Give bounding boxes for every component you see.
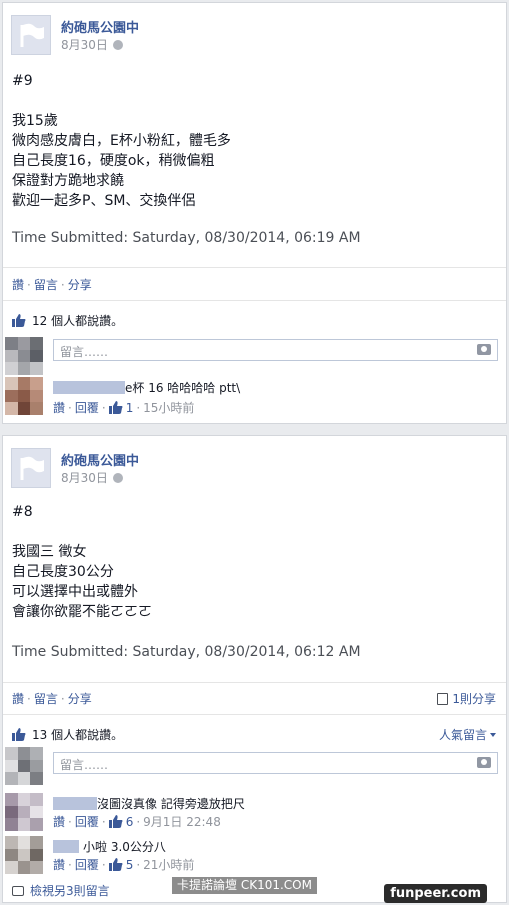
post-line: #8 [12,504,33,520]
divider [3,300,506,301]
post-date[interactable]: 8月30日 [61,469,123,486]
comment-input[interactable]: 留言…… [53,339,498,361]
thumbs-up-icon [108,815,123,828]
site-watermark: funpeer.com [384,884,487,903]
comment-like-link[interactable]: 讚 [53,815,65,829]
flag-icon [20,456,44,480]
post-card: 約砲馬公園中 8月30日 #8 我國三 徵女 自己長度30公分 可以選擇中出或體… [2,435,507,903]
caret-down-icon [490,733,496,737]
post-line: 歡迎一起多P、SM、交換伴侶 [12,193,196,209]
shares-text[interactable]: 1則分享 [452,692,496,706]
time-submitted: Time Submitted: Saturday, 08/30/2014, 06… [12,230,361,246]
likes-summary[interactable]: 13 個人都說讚。 [12,726,123,743]
post-body: #8 我國三 徵女 自己長度30公分 可以選擇中出或體外 會讓你欲罷不能ㄛㄛㄛ [12,502,152,622]
share-link[interactable]: 分享 [68,278,92,292]
page-name[interactable]: 約砲馬公園中 [61,450,139,469]
comment-reply-link[interactable]: 回覆 [75,401,99,415]
like-link[interactable]: 讚 [12,278,24,292]
divider [3,682,506,683]
post-line: #9 [12,73,33,89]
comment-placeholder: 留言…… [60,758,109,772]
camera-icon[interactable] [477,757,491,768]
comment-actions: 讚 · 回覆 · 5 · 21小時前 [53,858,195,872]
share-link[interactable]: 分享 [68,692,92,706]
time-submitted: Time Submitted: Saturday, 08/30/2014, 06… [12,644,361,660]
thumbs-up-icon [108,858,123,871]
comment-text: 小啦 3.0公分八 [83,840,166,854]
post-line: 自己長度16，硬度ok，稍微偏粗 [12,153,215,169]
like-link[interactable]: 讚 [12,692,24,706]
likes-summary[interactable]: 12 個人都說讚。 [12,312,123,329]
redacted-name[interactable] [53,840,79,853]
top-comments-dropdown[interactable]: 人氣留言 [439,726,496,743]
comment-like-link[interactable]: 讚 [53,401,65,415]
redacted-name[interactable] [53,381,125,394]
avatar [5,793,43,831]
comment-like-count[interactable]: 1 [126,401,134,415]
post-card: 約砲馬公園中 8月30日 #9 我15歲 微肉感皮膚白，E杯小粉紅，體毛多 自己… [2,2,507,424]
page-avatar[interactable] [11,15,51,55]
comment: 小啦 3.0公分八 [53,838,166,855]
comment-link[interactable]: 留言 [34,278,58,292]
view-more-comments[interactable]: 檢視另3則留言 [12,882,110,899]
globe-icon [112,40,123,50]
comment-like-count[interactable]: 5 [126,858,134,872]
redacted-name[interactable] [53,797,97,810]
post-body: #9 我15歲 微肉感皮膚白，E杯小粉紅，體毛多 自己長度16，硬度ok，稍微偏… [12,71,231,211]
likes-text[interactable]: 12 個人都說讚。 [32,314,123,328]
thumbs-up-icon [12,314,26,327]
comment-actions: 讚 · 回覆 · 6 · 9月1日 22:48 [53,815,221,829]
likes-text[interactable]: 13 個人都說讚。 [32,728,123,742]
comment-bubble-icon [12,886,24,896]
comment-input[interactable]: 留言…… [53,752,498,774]
top-comments-label[interactable]: 人氣留言 [439,728,487,742]
avatar [5,747,43,785]
comment-link[interactable]: 留言 [34,692,58,706]
forum-watermark: 卡提諾論壇 CK101.COM [172,877,317,894]
camera-icon[interactable] [477,344,491,355]
avatar [5,836,43,874]
comment-reply-link[interactable]: 回覆 [75,858,99,872]
post-line: 我國三 徵女 [12,544,87,560]
page-name[interactable]: 約砲馬公園中 [61,17,139,36]
avatar [5,337,43,375]
comment-text: e杯 16 哈哈哈哈 ptt\ [125,381,241,395]
divider [3,267,506,268]
comment-like-count[interactable]: 6 [126,815,134,829]
post-actions: 讚 · 留言 · 分享 [12,278,92,292]
divider [3,714,506,715]
comment-actions: 讚 · 回覆 · 1 · 15小時前 [53,401,195,415]
comment-reply-link[interactable]: 回覆 [75,815,99,829]
post-date[interactable]: 8月30日 [61,36,123,53]
comment-time[interactable]: 15小時前 [143,401,194,415]
thumbs-up-icon [12,728,26,741]
post-line: 我15歲 [12,113,58,129]
comment: 沒圖沒真像 記得旁邊放把尺 [53,795,245,812]
post-line: 自己長度30公分 [12,564,114,580]
shares-count[interactable]: 1則分享 [437,690,496,707]
comment-like-link[interactable]: 讚 [53,858,65,872]
post-date-text[interactable]: 8月30日 [61,471,108,485]
post-line: 保證對方跪地求饒 [12,173,124,189]
globe-icon [112,473,123,483]
post-line: 會讓你欲罷不能ㄛㄛㄛ [12,604,152,620]
comment-placeholder: 留言…… [60,345,109,359]
avatar [5,377,43,415]
page-avatar[interactable] [11,448,51,488]
thumbs-up-icon [108,401,123,414]
post-date-text[interactable]: 8月30日 [61,38,108,52]
share-icon [437,693,449,705]
flag-icon [20,23,44,47]
post-line: 可以選擇中出或體外 [12,584,138,600]
post-actions: 讚 · 留言 · 分享 [12,692,92,706]
comment-text: 沒圖沒真像 記得旁邊放把尺 [97,797,245,811]
comment-time[interactable]: 21小時前 [143,858,194,872]
post-line: 微肉感皮膚白，E杯小粉紅，體毛多 [12,133,231,149]
comment: e杯 16 哈哈哈哈 ptt\ [53,379,240,396]
comment-time[interactable]: 9月1日 22:48 [143,815,221,829]
view-more-label[interactable]: 檢視另3則留言 [30,884,110,898]
